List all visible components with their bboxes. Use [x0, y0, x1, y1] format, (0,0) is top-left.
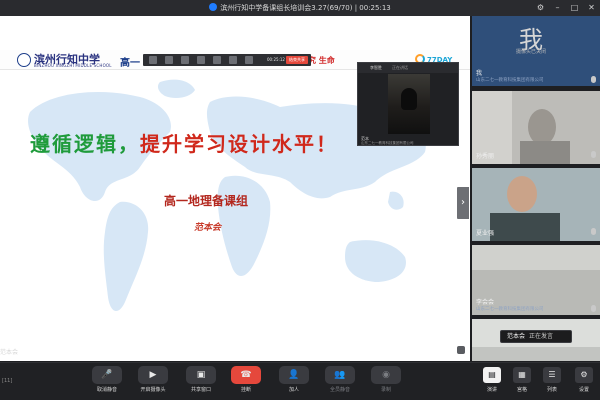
shared-screen: 滨州行知中学 BINZHOU XINGZHI MIDDLE SCHOOL 高一 … [0, 16, 470, 361]
add-person-icon: 👤 [279, 366, 309, 384]
stop-share-button[interactable]: 结束共享 [286, 56, 308, 64]
participant-name: 孙秀丽 [476, 153, 495, 160]
participant-tile-xia[interactable]: 夏业强 [472, 168, 600, 241]
microphone-icon: 🎤 [92, 366, 122, 384]
mute-all-button[interactable]: 👥 全员静音 [320, 366, 360, 400]
share-window-button[interactable]: ▣ 共享窗口 [181, 366, 221, 400]
record-button[interactable]: ◉ 录制 [366, 366, 406, 400]
mini-settings-icon[interactable] [245, 56, 253, 64]
speaker-view-label: 演讲 [486, 387, 497, 393]
speaker-view-button[interactable]: ▤ 演讲 [478, 367, 506, 399]
meeting-window: 滨州行知中学备课组长培训会3.27(69/70) | 00:25:13 ⚙ – … [0, 0, 600, 400]
mic-icon [591, 151, 596, 158]
share-window-label: 共享窗口 [190, 387, 211, 393]
school-logo [17, 53, 31, 67]
gear-icon: ⚙ [575, 367, 593, 383]
title-bar: 滨州行知中学备课组长培训会3.27(69/70) | 00:25:13 ⚙ – … [0, 0, 600, 16]
mic-icon [591, 76, 596, 83]
mic-icon [591, 305, 596, 312]
toolbar-left-label: [11] [2, 378, 13, 384]
unmute-label: 取消静音 [96, 387, 117, 393]
slide-title-part-red: 提升学习设计水平！ [140, 132, 338, 156]
maximize-icon[interactable]: □ [569, 2, 580, 13]
grid-view-icon: ▦ [513, 367, 531, 383]
mini-mic-icon[interactable] [149, 56, 157, 64]
share-mini-toolbar: 00:25:12 结束共享 [143, 54, 311, 66]
grid-view-label: 宫格 [516, 387, 527, 393]
hangup-icon: ☎ [231, 366, 261, 384]
floating-video-status: 正在讲话 [392, 65, 408, 70]
list-icon: ☰ [543, 367, 561, 383]
list-view-button[interactable]: ☰ 列表 [538, 367, 566, 399]
pin-icon[interactable]: ⚙ [535, 2, 546, 13]
list-view-label: 列表 [546, 387, 557, 393]
floating-video-feed [388, 74, 430, 134]
camera-icon: ▶ [138, 366, 168, 384]
add-person-label: 加人 [288, 387, 299, 393]
mini-chat-icon[interactable] [197, 56, 205, 64]
share-screen-icon: ▣ [186, 366, 216, 384]
slide-author: 范本会 [194, 223, 222, 233]
record-icon: ◉ [371, 366, 401, 384]
video-person [401, 88, 417, 110]
close-icon[interactable]: ✕ [586, 2, 597, 13]
mic-icon [591, 228, 596, 235]
mini-more-icon[interactable] [229, 56, 237, 64]
settings-label: 设置 [578, 387, 589, 393]
start-camera-button[interactable]: ▶ 开启摄像头 [133, 366, 173, 400]
participant-tile-me[interactable]: 我 摄像头已关闭 我 山东二七一教育科技集团有限公司 [472, 16, 600, 86]
floating-video-name: 李智胜 [370, 65, 382, 70]
floating-video-footer-org: 山东二七一教育科技集团有限公司 [361, 141, 414, 145]
mini-timer: 00:25:12 [267, 57, 285, 62]
camera-off-status: 摄像头已关闭 [516, 49, 547, 55]
hangup-label: 挂断 [240, 387, 251, 393]
participant-strip: 我 摄像头已关闭 我 山东二七一教育科技集团有限公司 孙秀丽 夏业强 李会会 山… [472, 16, 600, 361]
collapse-strip-chevron-icon[interactable]: › [457, 187, 469, 219]
speaking-status: 正在发言 [529, 333, 554, 340]
school-name-en: BINZHOU XINGZHI MIDDLE SCHOOL [34, 63, 112, 68]
mini-participants-icon[interactable] [181, 56, 189, 64]
minimize-icon[interactable]: – [552, 2, 563, 13]
meeting-toolbar: [11] 🎤 取消静音 ▶ 开启摄像头 ▣ 共享窗口 ☎ 挂断 👤 加人 👥 全… [0, 362, 600, 400]
add-person-button[interactable]: 👤 加人 [274, 366, 314, 400]
window-title-text: 滨州行知中学备课组长培训会3.27(69/70) | 00:25:13 [220, 4, 391, 12]
participant-name: 我 [476, 70, 483, 77]
mini-camera-icon[interactable] [165, 56, 173, 64]
slide-title-part-green: 遵循逻辑， [30, 132, 140, 156]
participant-name: 夏业强 [476, 230, 495, 237]
speaking-indicator: 范本会 正在发言 [500, 330, 572, 343]
hangup-button[interactable]: ☎ 挂断 [226, 366, 266, 400]
participant-org: 山东二七一教育科技集团有限公司 [476, 78, 544, 83]
stage-speaker-label: 范本会 [0, 349, 19, 356]
participant-tile-sun[interactable]: 孙秀丽 [472, 91, 600, 164]
speaker-view-icon: ▤ [483, 367, 501, 383]
mini-record-icon[interactable] [213, 56, 221, 64]
slide-subtitle: 高一地理备课组 [164, 194, 249, 208]
window-title: 滨州行知中学备课组长培训会3.27(69/70) | 00:25:13 [0, 3, 600, 13]
participant-tile-li[interactable]: 李会会 山东二七一教育科技集团有限公司 [472, 245, 600, 315]
floating-video-header: 李智胜 正在讲话 [358, 63, 458, 73]
record-label: 录制 [380, 387, 391, 393]
unmute-button[interactable]: 🎤 取消静音 [87, 366, 127, 400]
settings-button[interactable]: ⚙ 设置 [570, 367, 598, 399]
mute-all-label: 全员静音 [329, 387, 350, 393]
floating-video-window[interactable]: 李智胜 正在讲话 范本 山东二七一教育科技集团有限公司 [357, 62, 459, 146]
mute-all-icon: 👥 [325, 366, 355, 384]
participant-org: 山东二七一教育科技集团有限公司 [476, 307, 544, 312]
participant-name: 李会会 [476, 299, 495, 306]
grid-view-button[interactable]: ▦ 宫格 [508, 367, 536, 399]
app-logo-icon [209, 3, 218, 11]
stage-fullscreen-icon[interactable] [457, 346, 465, 354]
slide-title: 遵循逻辑，提升学习设计水平！ [30, 128, 338, 157]
course-label: 高一 [120, 58, 140, 69]
speaking-name: 范本会 [507, 333, 526, 340]
start-camera-label: 开启摄像头 [140, 387, 166, 393]
